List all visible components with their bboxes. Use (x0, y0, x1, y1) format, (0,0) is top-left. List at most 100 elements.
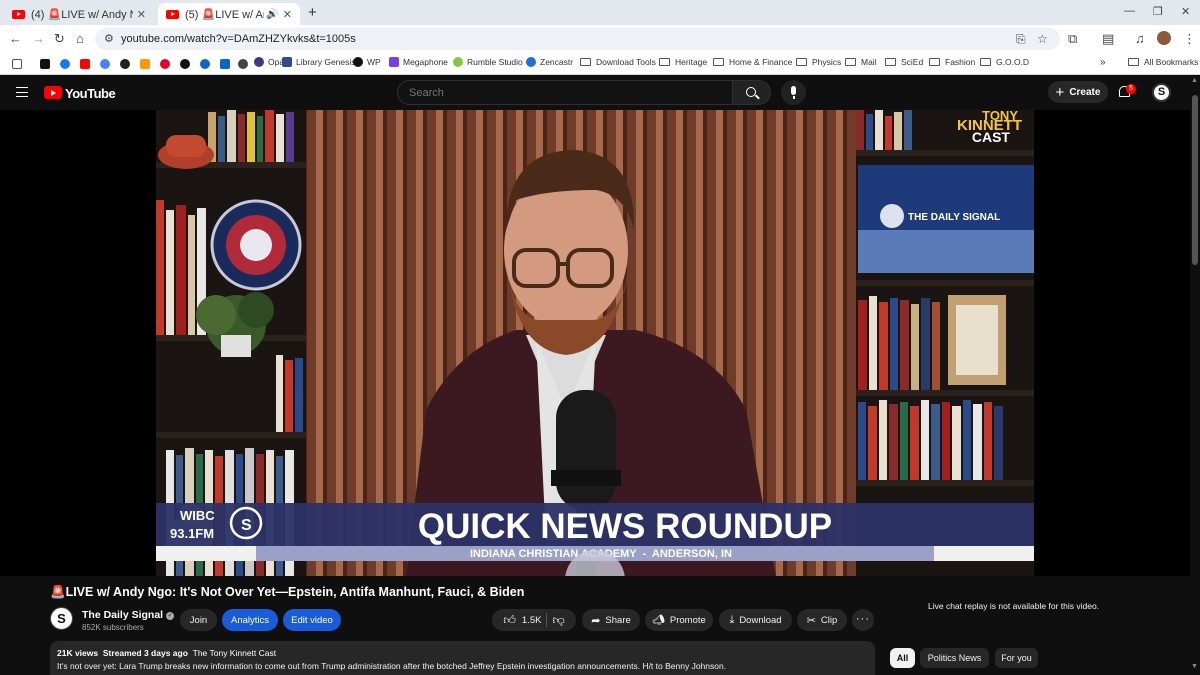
chat-icon[interactable] (200, 59, 210, 69)
speaker-icon[interactable]: 🔊 (266, 9, 278, 20)
youtube-favicon-icon (12, 9, 25, 19)
folder-icon (713, 58, 724, 66)
bookmark-folder-heritage[interactable]: Heritage (659, 57, 707, 67)
folder-icon (980, 58, 991, 66)
live-chat-notice: Live chat replay is not available for th… (928, 601, 1100, 611)
share-button[interactable]: ➦ Share (582, 609, 640, 631)
page-scrollbar[interactable]: ▲ ▼ (1190, 75, 1200, 675)
bookmark-rumble-studio[interactable]: Rumble Studio (453, 57, 523, 67)
bookmark-folder-good[interactable]: G.O.O.D (980, 57, 1029, 67)
station-frequency-text: 93.1FM (170, 526, 214, 541)
description-box[interactable]: 21K views Streamed 3 days ago The Tony K… (50, 641, 875, 675)
like-button[interactable]: 👍︎ 1.5K (503, 613, 541, 628)
browser-tabstrip: (4) 🚨LIVE w/ Andy Ngo: It's Not Over Yet… (0, 0, 1200, 25)
chip-all[interactable]: All (890, 648, 915, 668)
close-window-icon[interactable]: ✕ (1181, 5, 1190, 18)
voice-search-button[interactable] (781, 80, 806, 105)
channel-avatar[interactable]: S (50, 607, 73, 630)
browser-tab[interactable]: (4) 🚨LIVE w/ Andy Ngo: It's Not Over Yet… (4, 3, 154, 25)
youtube-icon[interactable] (80, 59, 90, 69)
back-icon[interactable]: ← (9, 31, 22, 46)
search-input[interactable] (397, 80, 733, 105)
amazon-icon[interactable] (140, 59, 150, 69)
bookmark-folder-home-finance[interactable]: Home & Finance (713, 57, 792, 67)
youtube-wordmark[interactable]: YouTube (65, 86, 116, 101)
chip-politics-news[interactable]: Politics News (920, 648, 989, 668)
apps-grid-icon[interactable] (12, 59, 22, 69)
scrollbar-thumb[interactable] (1192, 95, 1198, 265)
create-button[interactable]: + Create (1048, 81, 1108, 103)
microphone-icon (791, 86, 796, 99)
dislike-button[interactable]: 👎︎ (552, 613, 564, 628)
description-text: It's not over yet: Lara Trump breaks new… (57, 661, 727, 671)
bookmark-library-genesis[interactable]: Library Genesis (282, 57, 356, 67)
video-player[interactable]: THE DAILY SIGNAL TONY KINNETT CAST WIBC … (156, 110, 1034, 576)
analytics-button[interactable]: Analytics (222, 609, 278, 631)
install-app-icon[interactable]: ⎘ (1016, 32, 1026, 47)
bookmark-folder-download-tools[interactable]: Download Tools (580, 57, 656, 67)
account-avatar[interactable]: S (1152, 83, 1171, 102)
extensions-icon[interactable]: ⧉ (1068, 31, 1077, 47)
restore-icon[interactable]: ❐ (1153, 5, 1163, 18)
scroll-up-icon[interactable]: ▲ (1191, 77, 1198, 84)
bookmark-wp[interactable]: WP (353, 57, 381, 67)
address-bar[interactable]: ⚙ youtube.com/watch?v=DAmZHZYkvks&t=1005… (95, 28, 1060, 50)
browser-tab-active[interactable]: (5) 🚨LIVE w/ Andy Ngo: It's Not Over Yet… (158, 3, 300, 25)
bookmark-zencastr[interactable]: Zencastr (526, 57, 573, 67)
hashtag-link[interactable]: The Tony Kinnett Cast (193, 648, 276, 658)
bookmark-folder-physics[interactable]: Physics (796, 57, 841, 67)
bookmark-folder-fashion[interactable]: Fashion (929, 57, 975, 67)
more-bookmarks-icon[interactable]: » (1100, 57, 1106, 68)
media-control-icon[interactable]: ♫ (1135, 31, 1145, 46)
google-icon[interactable] (100, 59, 110, 69)
menu-kebab-icon[interactable]: ⋮ (1183, 31, 1196, 47)
more-actions-icon[interactable]: ··· (852, 609, 874, 631)
chip-for-you[interactable]: For you (995, 648, 1038, 668)
threads-icon[interactable] (180, 59, 190, 69)
share-arrow-icon: ➦ (591, 614, 601, 627)
tab-title: (5) 🚨LIVE w/ Andy Ngo: It's Not Over Yet (185, 8, 264, 21)
search-icon (746, 87, 756, 97)
station-name-text: WIBC (180, 508, 215, 523)
verified-check-icon: ✓ (166, 612, 175, 620)
video-frame: THE DAILY SIGNAL TONY KINNETT CAST WIBC … (156, 110, 1034, 576)
screen-logo-text: THE DAILY SIGNAL (908, 212, 1000, 223)
search-button[interactable] (733, 80, 771, 105)
thumbs-up-icon: 👍︎ (503, 612, 516, 627)
bookmark-folder-mail[interactable]: Mail (845, 57, 877, 67)
reload-icon[interactable]: ↻ (54, 31, 65, 47)
folder-icon (1128, 58, 1139, 66)
minimize-icon[interactable]: — (1124, 5, 1135, 17)
linkedin-icon[interactable] (220, 59, 230, 69)
site-info-icon[interactable]: ⚙ (104, 32, 114, 45)
scroll-down-icon[interactable]: ▼ (1191, 663, 1198, 670)
youtube-logo-icon[interactable] (44, 86, 62, 99)
download-button[interactable]: ⤓ Download (719, 609, 792, 631)
channel-name[interactable]: The Daily Signal ✓ (82, 609, 175, 621)
edit-video-button[interactable]: Edit video (283, 609, 341, 631)
join-button[interactable]: Join (180, 609, 217, 631)
bookmark-folder-scied[interactable]: SciEd (885, 57, 923, 67)
apple-icon[interactable] (120, 59, 130, 69)
promote-button[interactable]: 📣︎ Promote (645, 609, 713, 631)
new-tab-icon[interactable]: + (308, 4, 317, 21)
microphone-prop (556, 390, 616, 510)
hamburger-menu-icon[interactable] (16, 87, 28, 97)
close-tab-icon[interactable]: ✕ (283, 8, 292, 21)
bookmark-star-icon[interactable]: ☆ (1037, 32, 1048, 46)
pinterest-icon[interactable] (160, 59, 170, 69)
bookmark-megaphone[interactable]: Megaphone (389, 57, 448, 67)
close-tab-icon[interactable]: ✕ (137, 8, 146, 21)
home-icon[interactable]: ⌂ (76, 31, 84, 46)
facebook-icon[interactable] (60, 59, 70, 69)
download-arrow-icon: ⤓ (729, 613, 735, 626)
clip-button[interactable]: ✂ Clip (797, 609, 847, 631)
profile-avatar[interactable] (1157, 31, 1171, 45)
forward-icon[interactable]: → (32, 31, 45, 46)
youtube-header: YouTube + Create 5 S (0, 75, 1200, 110)
settings-icon[interactable] (238, 59, 248, 69)
folder-icon (580, 58, 591, 66)
x-icon[interactable] (40, 59, 50, 69)
reading-list-icon[interactable]: ▤ (1102, 31, 1114, 47)
bookmark-folder-all[interactable]: All Bookmarks (1128, 57, 1198, 67)
